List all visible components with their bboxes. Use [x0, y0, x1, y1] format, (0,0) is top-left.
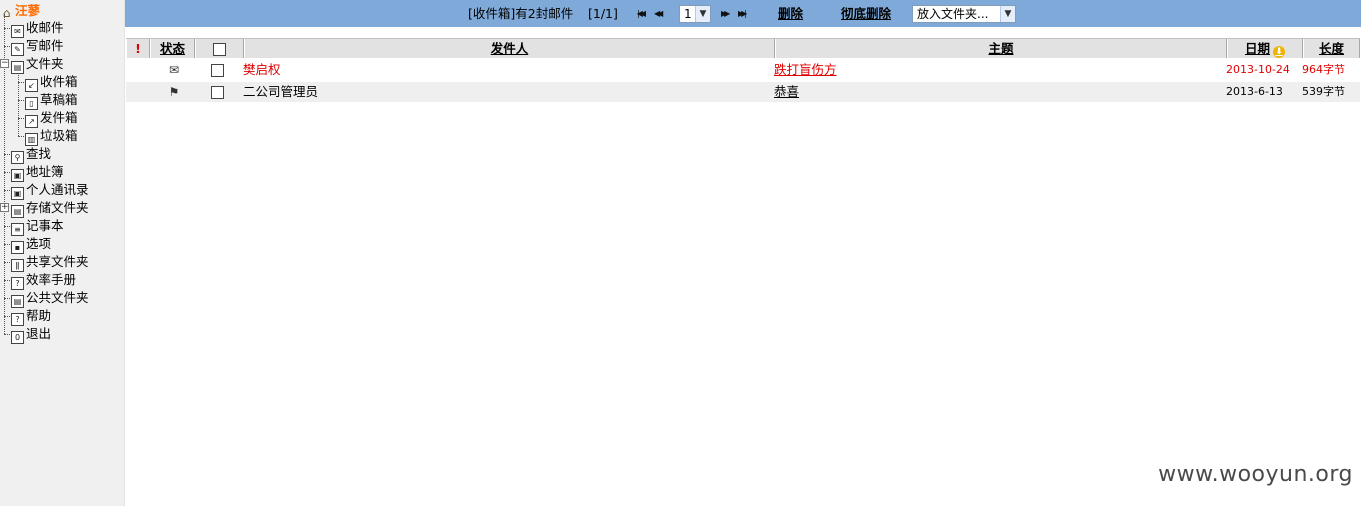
sidebar-item-outbox[interactable]: ↗ 发件箱	[18, 109, 78, 128]
sidebar-item-logout[interactable]: 0 退出	[4, 325, 52, 344]
watermark: www.wooyun.org	[1158, 462, 1353, 487]
sidebar-item-search[interactable]: ⚲ 查找	[4, 145, 52, 164]
sender-header-label: 发件人	[490, 41, 529, 56]
column-header-select-all	[195, 39, 244, 58]
sidebar-item-label: 存储文件夹	[26, 200, 89, 215]
row-date: 2013-6-13	[1226, 85, 1283, 98]
sidebar-item-label: 垃圾箱	[40, 128, 78, 143]
sidebar-tree: ⌂ 汪蓼 ✉ 收邮件 ✎ 写邮件 − ▤ 文件夹 ↙ 收件箱 ▯ 草稿箱 ↗ 发件箱 ▥ 垃圾箱…	[0, 0, 125, 506]
sidebar-item-label: 草稿箱	[40, 92, 78, 107]
sidebar-item-label: 选项	[26, 236, 52, 251]
sidebar-item-label: 收件箱	[40, 74, 78, 89]
row-select	[211, 82, 227, 102]
first-page-icon[interactable]: |◀◀	[637, 8, 646, 19]
move-to-folder-select[interactable]: 放入文件夹... ▼	[912, 5, 1016, 23]
sort-descending-icon: ⬇	[1273, 46, 1285, 58]
sidebar-item-contacts[interactable]: ▣ 个人通讯录	[4, 181, 89, 200]
date-header-label: 日期	[1244, 41, 1270, 56]
sidebar-item-inbox[interactable]: ↙ 收件箱	[18, 73, 78, 92]
chevron-down-icon: ▼	[1000, 6, 1015, 22]
row-sender: 樊启权	[243, 62, 281, 77]
sidebar-item-label: 共享文件夹	[26, 254, 89, 269]
row-size: 539字节	[1302, 85, 1345, 98]
logout-icon: 0	[11, 331, 24, 344]
row-subject-link[interactable]: 恭喜	[774, 82, 1214, 102]
chevron-down-icon: ▼	[695, 6, 710, 22]
row-checkbox[interactable]	[211, 86, 224, 99]
sidebar-item-label: 写邮件	[26, 38, 64, 53]
sidebar-item-label: 记事本	[26, 218, 64, 233]
subject-header-label: 主题	[988, 41, 1014, 56]
row-status: ⚑	[164, 82, 184, 102]
next-page-icon[interactable]: ▶▶	[721, 8, 730, 19]
sidebar-item-label: 公共文件夹	[26, 290, 89, 305]
sidebar-item-notepad[interactable]: ≡ 记事本	[4, 217, 64, 236]
page-select[interactable]: 1 ▼	[679, 5, 711, 23]
last-page-icon[interactable]: ▶▶|	[738, 8, 747, 19]
sidebar-item-public-folder[interactable]: ▤ 公共文件夹	[4, 289, 89, 308]
row-size: 964字节	[1302, 63, 1345, 76]
select-all-checkbox[interactable]	[213, 43, 226, 56]
row-date: 2013-10-24	[1226, 63, 1290, 76]
table-row[interactable]: ⚑ 二公司管理员 恭喜 2013-6-13 539字节	[126, 82, 1360, 102]
sidebar-item-label: 效率手册	[26, 272, 77, 287]
sidebar-item-drafts[interactable]: ▯ 草稿箱	[18, 91, 78, 110]
sidebar-item-address-book[interactable]: ▣ 地址簿	[4, 163, 64, 182]
collapse-toggle-icon[interactable]: −	[0, 59, 9, 68]
sidebar-item-compose[interactable]: ✎ 写邮件	[4, 37, 64, 56]
sidebar-item-help[interactable]: ? 帮助	[4, 307, 52, 326]
sidebar-item-shared-folder[interactable]: ǁ 共享文件夹	[4, 253, 89, 272]
column-header-size[interactable]: 长度	[1303, 39, 1360, 58]
sidebar-root[interactable]: ⌂ 汪蓼	[0, 2, 40, 20]
sidebar-item-label: 发件箱	[40, 110, 78, 125]
row-subject-link[interactable]: 跌打盲伤方	[774, 60, 1214, 80]
page-select-value: 1	[684, 7, 692, 21]
flag-header-label: !	[135, 41, 141, 56]
sidebar-item-trash[interactable]: ▥ 垃圾箱	[18, 127, 78, 146]
sidebar-item-handbook[interactable]: ? 效率手册	[4, 271, 77, 290]
sidebar-item-receive-mail[interactable]: ✉ 收邮件	[4, 19, 64, 38]
sidebar-item-label: 个人通讯录	[26, 182, 89, 197]
mail-toolbar: [收件箱]有2封邮件 [1/1] |◀◀ ◀◀ 1 ▼ ▶▶ ▶▶| 删除 彻底…	[125, 0, 1361, 27]
sidebar-item-label: 帮助	[26, 308, 52, 323]
column-header-flag[interactable]: !	[126, 39, 150, 58]
mailbox-summary: [收件箱]有2封邮件	[468, 6, 574, 21]
sidebar-item-label: 文件夹	[26, 56, 64, 71]
prev-page-icon[interactable]: ◀◀	[654, 8, 663, 19]
sidebar-item-label: 收邮件	[26, 20, 64, 35]
row-status: ✉	[164, 60, 184, 80]
sidebar-item-options[interactable]: ▪ 选项	[4, 235, 52, 254]
sidebar-root-label: 汪蓼	[15, 3, 41, 18]
column-header-date[interactable]: 日期 ⬇	[1227, 39, 1303, 58]
row-select	[211, 60, 227, 80]
status-header-label: 状态	[159, 41, 185, 56]
row-checkbox[interactable]	[211, 64, 224, 77]
size-header-label: 长度	[1318, 41, 1344, 56]
delete-button[interactable]: 删除	[778, 0, 803, 27]
move-to-folder-value: 放入文件夹...	[917, 7, 989, 21]
sidebar-item-label: 查找	[26, 146, 52, 161]
column-header-subject[interactable]: 主题	[775, 39, 1227, 58]
column-header-sender[interactable]: 发件人	[244, 39, 775, 58]
row-sender: 二公司管理员	[243, 84, 319, 99]
flag-icon: ⚑	[168, 85, 180, 99]
page-info: [1/1]	[588, 6, 618, 21]
table-row[interactable]: ✉ 樊启权 跌打盲伤方 2013-10-24 964字节	[126, 60, 1360, 80]
envelope-icon: ✉	[168, 63, 180, 77]
sidebar-item-label: 地址簿	[26, 164, 64, 179]
table-header: ! 状态 发件人 主题 日期 ⬇ 长度	[126, 38, 1360, 58]
sidebar-item-folders[interactable]: − ▤ 文件夹	[0, 55, 64, 74]
column-header-status[interactable]: 状态	[150, 39, 195, 58]
purge-button[interactable]: 彻底删除	[841, 0, 891, 27]
expand-toggle-icon[interactable]: +	[0, 203, 9, 212]
sidebar-item-label: 退出	[26, 326, 52, 341]
sidebar-item-storage-folder[interactable]: + ▤ 存储文件夹	[0, 199, 89, 218]
